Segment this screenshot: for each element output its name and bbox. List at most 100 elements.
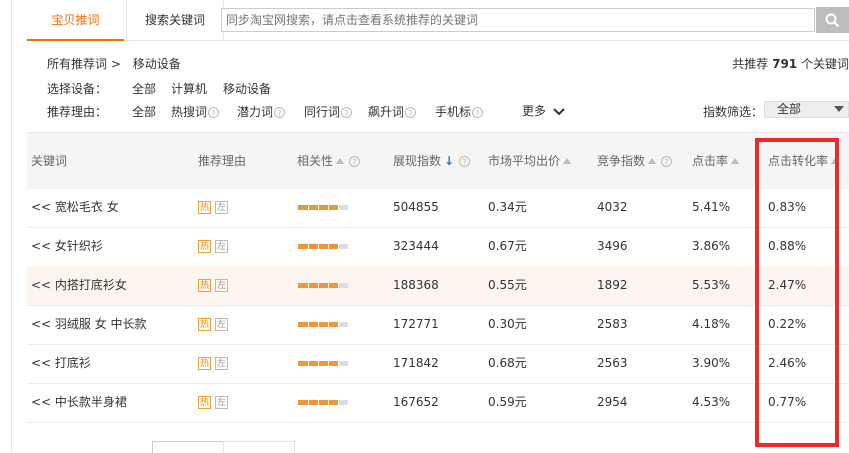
sort-up-icon[interactable] xyxy=(731,157,740,164)
col-ctr[interactable]: 点击率 xyxy=(692,133,740,189)
left-tag: 左 xyxy=(215,240,228,253)
col-avg-bid-label: 市场平均出价 xyxy=(488,154,561,168)
table-row[interactable]: << 中长款半身裙 热左 167652 0.59元 2954 4.53% 0.77% xyxy=(27,383,849,423)
keyword-panel: 宝贝推词 搜索关键词 所有推荐词 > 移动设备 共推荐 791 个关键词 选择设… xyxy=(27,0,849,453)
relevance-segment-gap xyxy=(308,400,309,405)
index-filter-value: 全部 xyxy=(777,102,802,116)
table-row[interactable]: << 宽松毛衣 女 热左 504855 0.34元 4032 5.41% 0.83% xyxy=(27,188,849,228)
help-icon[interactable]: ? xyxy=(458,156,470,167)
relevance-bar xyxy=(298,244,348,249)
device-option-mobile[interactable]: 移动设备 xyxy=(223,80,271,97)
col-cvr[interactable]: 点击转化率 xyxy=(768,133,840,189)
ctr-cell: 5.41% xyxy=(692,200,731,214)
sort-up-icon[interactable] xyxy=(563,157,572,164)
relevance-segment-gap xyxy=(338,283,339,288)
avg-bid-cell: 0.67元 xyxy=(488,239,527,253)
reason-option-potential[interactable]: 潜力词? xyxy=(237,103,286,120)
avg-bid-cell: 0.30元 xyxy=(488,317,527,331)
reason-option-rising[interactable]: 飙升词? xyxy=(368,103,417,120)
reason-cell: 热左 xyxy=(198,266,232,305)
relevance-segment-gap xyxy=(318,283,319,288)
keyword-cell[interactable]: << 羽绒服 女 中长款 xyxy=(31,305,147,344)
breadcrumb-root[interactable]: 所有推荐词 > xyxy=(47,57,121,71)
keyword-cell[interactable]: << 打底衫 xyxy=(31,344,91,383)
relevance-segment-gap xyxy=(308,322,309,327)
relevance-segment-gap xyxy=(328,244,329,249)
help-icon[interactable]: ? xyxy=(274,107,286,118)
search-field[interactable] xyxy=(221,8,815,32)
help-icon[interactable]: ? xyxy=(405,107,417,118)
avg-bid-cell: 0.68元 xyxy=(488,356,527,370)
search-button[interactable] xyxy=(816,7,849,33)
keyword-cell[interactable]: << 中长款半身裙 xyxy=(31,383,127,422)
reason-option-mobile-tag[interactable]: 手机标? xyxy=(435,103,484,120)
cvr-cell: 0.77% xyxy=(768,395,807,409)
help-icon[interactable]: ? xyxy=(472,107,484,118)
relevance-segment-gap xyxy=(328,400,329,405)
reason-cell: 热左 xyxy=(198,344,232,383)
hot-tag: 热 xyxy=(198,201,211,214)
table-row[interactable]: << 女针织衫 热左 323444 0.67元 3496 3.86% 0.88% xyxy=(27,227,849,267)
relevance-segment-gap xyxy=(338,361,339,366)
index-filter-label: 指数筛选： xyxy=(703,105,764,119)
relevance-segment-gap xyxy=(328,205,329,210)
left-tag: 左 xyxy=(215,396,228,409)
page-tab[interactable] xyxy=(152,441,224,453)
reason-option-hot[interactable]: 热搜词? xyxy=(171,103,220,120)
competition-cell: 2954 xyxy=(597,395,628,409)
caret-down-icon xyxy=(834,106,844,112)
help-icon[interactable]: ? xyxy=(208,107,220,118)
reason-mobile-label: 手机标 xyxy=(435,105,472,119)
competition-cell: 2563 xyxy=(597,356,628,370)
reason-option-peer[interactable]: 同行词? xyxy=(304,103,353,120)
relevance-segment-gap xyxy=(308,244,309,249)
sort-up-icon[interactable] xyxy=(648,157,657,164)
table-row[interactable]: << 打底衫 热左 171842 0.68元 2563 3.90% 2.46% xyxy=(27,344,849,384)
relevance-segment-gap xyxy=(338,244,339,249)
table-row[interactable]: << 内搭打底衫女 热左 188368 0.55元 1892 5.53% 2.47% xyxy=(27,266,849,306)
relevance-segment-gap xyxy=(328,283,329,288)
col-keyword: 关键词 xyxy=(31,154,68,168)
reason-peer-label: 同行词 xyxy=(304,105,341,119)
chevron-down-icon xyxy=(553,107,565,115)
help-icon[interactable]: ? xyxy=(341,107,353,118)
reason-option-all[interactable]: 全部 xyxy=(132,103,156,120)
cvr-cell: 0.22% xyxy=(768,317,807,331)
search-input[interactable] xyxy=(222,9,814,31)
col-relevance-label: 相关性 xyxy=(297,154,334,168)
relevance-segment-gap xyxy=(308,361,309,366)
tab-item-keywords[interactable]: 宝贝推词 xyxy=(27,0,124,41)
table-header: 关键词 推荐理由 相关性 ? 展现指数 ↓ ? 市场平均出价 竞争指数 ? 点击率… xyxy=(27,132,849,189)
page-tab[interactable] xyxy=(223,441,295,453)
help-icon[interactable]: ? xyxy=(660,156,672,167)
keyword-cell[interactable]: << 女针织衫 xyxy=(31,227,103,266)
index-filter-select[interactable]: 全部 xyxy=(764,101,849,118)
sort-up-icon[interactable] xyxy=(336,157,345,164)
col-ctr-label: 点击率 xyxy=(692,154,729,168)
breadcrumb: 所有推荐词 > 移动设备 xyxy=(47,55,189,72)
relevance-segment-gap xyxy=(318,244,319,249)
relevance-segment-gap xyxy=(328,361,329,366)
col-competition[interactable]: 竞争指数 ? xyxy=(597,133,672,189)
reason-label: 推荐理由： xyxy=(47,105,108,119)
keyword-cell[interactable]: << 宽松毛衣 女 xyxy=(31,188,119,227)
relevance-bar xyxy=(298,400,348,405)
col-relevance[interactable]: 相关性 ? xyxy=(297,133,360,189)
relevance-segment-gap xyxy=(318,322,319,327)
device-option-computer[interactable]: 计算机 xyxy=(171,80,207,97)
sort-down-active-icon[interactable]: ↓ xyxy=(444,133,454,189)
sort-up-icon[interactable] xyxy=(831,157,840,164)
ctr-cell: 3.86% xyxy=(692,239,731,253)
tab-search-keywords[interactable]: 搜索关键词 xyxy=(126,0,224,40)
device-option-all[interactable]: 全部 xyxy=(132,80,156,97)
cvr-cell: 0.88% xyxy=(768,239,807,253)
competition-cell: 4032 xyxy=(597,200,628,214)
help-icon[interactable]: ? xyxy=(348,156,360,167)
col-impressions[interactable]: 展现指数 ↓ ? xyxy=(393,133,470,189)
relevance-segment-gap xyxy=(328,322,329,327)
col-avg-bid[interactable]: 市场平均出价 xyxy=(488,133,572,189)
table-row[interactable]: << 羽绒服 女 中长款 热左 172771 0.30元 2583 4.18% 0.22% xyxy=(27,305,849,345)
keyword-cell[interactable]: << 内搭打底衫女 xyxy=(31,266,127,305)
more-options-button[interactable]: 更多 xyxy=(522,102,565,119)
ctr-cell: 4.18% xyxy=(692,317,731,331)
